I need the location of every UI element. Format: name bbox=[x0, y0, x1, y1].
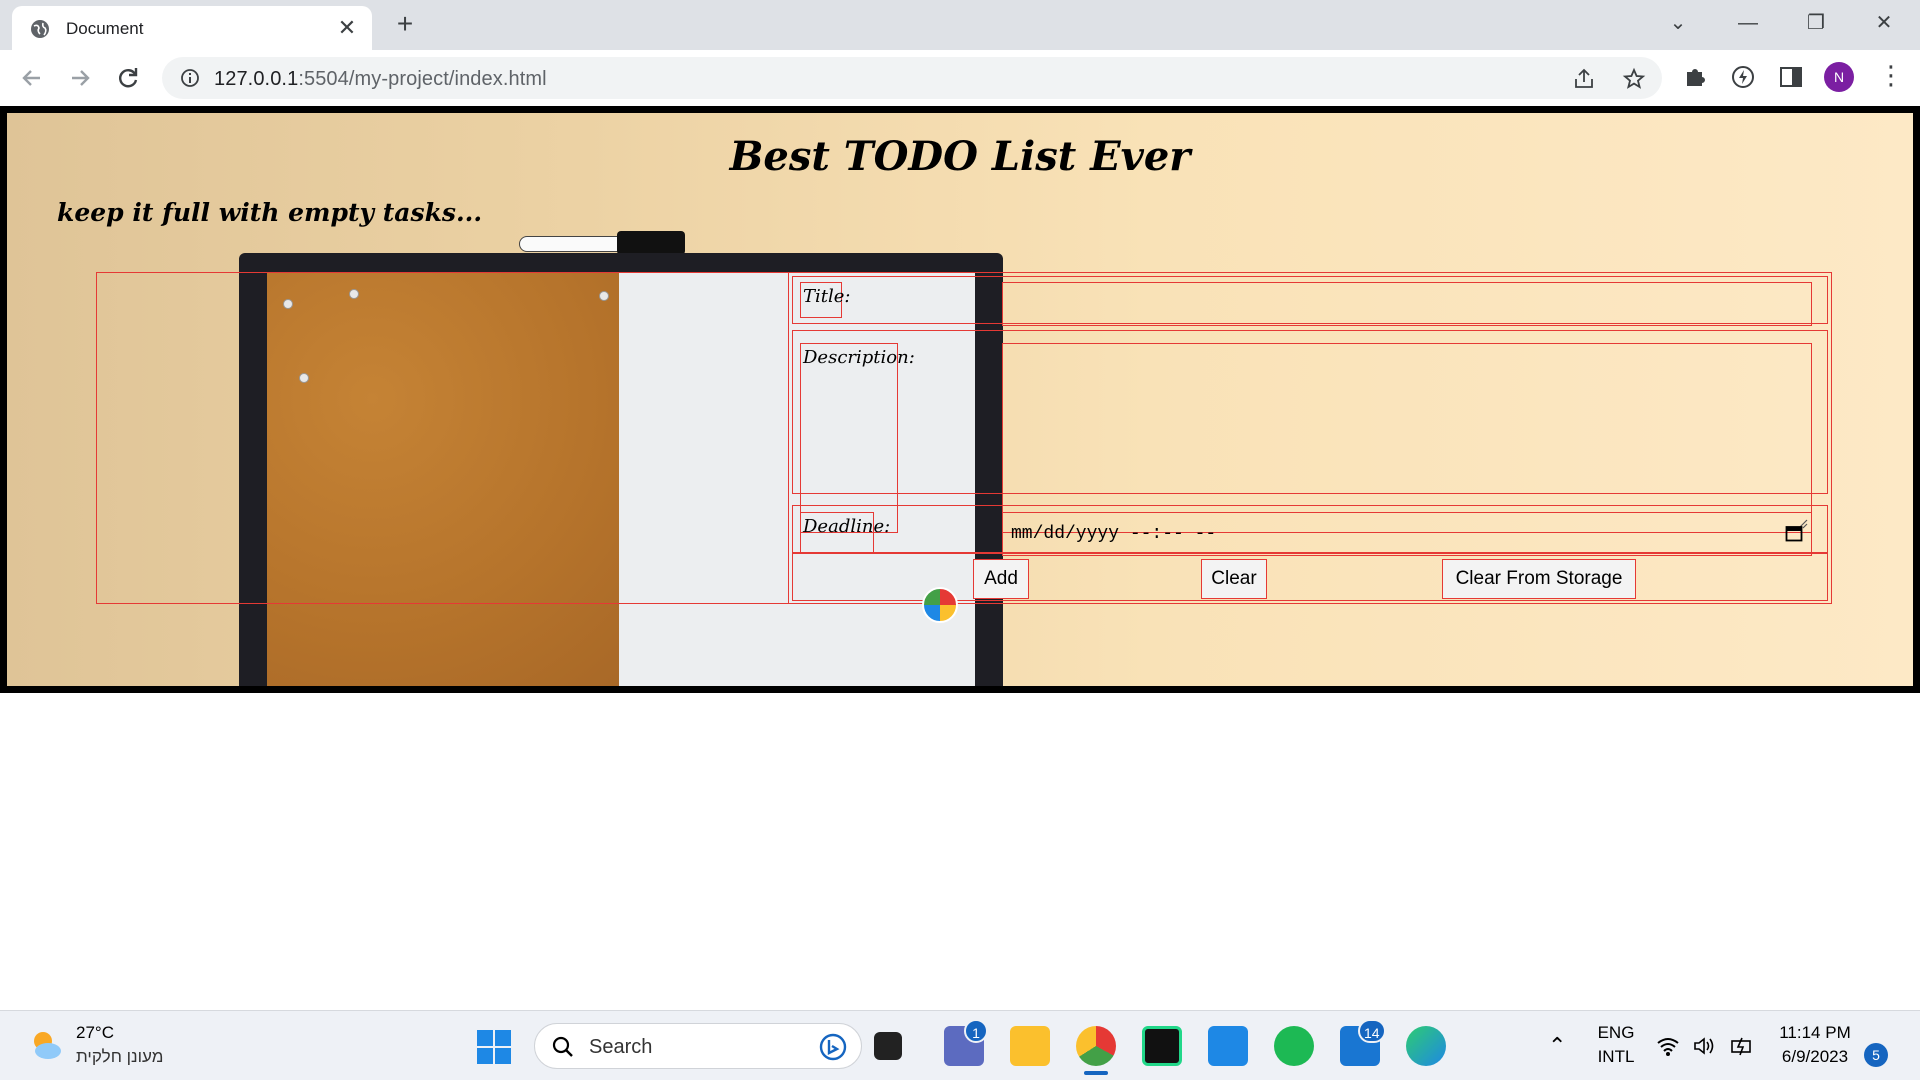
title-input[interactable] bbox=[1002, 282, 1812, 326]
close-tab-icon[interactable]: ✕ bbox=[334, 15, 360, 41]
chrome-icon[interactable] bbox=[1076, 1026, 1116, 1066]
site-info-icon[interactable] bbox=[180, 68, 200, 88]
language-bottom[interactable]: INTL bbox=[1596, 1047, 1636, 1067]
taskbar: 27°C מעונן חלקית Search 1 14 ⌃ ENG INTL … bbox=[0, 1010, 1920, 1080]
tab-search-icon[interactable]: ⌄ bbox=[1658, 8, 1698, 38]
active-app-indicator bbox=[1084, 1071, 1108, 1075]
back-icon[interactable] bbox=[16, 62, 48, 94]
extension-badge-icon bbox=[922, 587, 958, 623]
language-top[interactable]: ENG bbox=[1596, 1023, 1636, 1043]
clear-storage-button[interactable]: Clear From Storage bbox=[1442, 559, 1636, 599]
reload-icon[interactable] bbox=[112, 62, 144, 94]
marker-cap-image bbox=[617, 231, 685, 255]
performance-icon[interactable] bbox=[1730, 64, 1756, 90]
wifi-icon[interactable] bbox=[1656, 1035, 1680, 1057]
add-button[interactable]: Add bbox=[973, 559, 1029, 599]
share-icon[interactable] bbox=[1572, 67, 1596, 91]
deadline-datetime-input[interactable]: mm/dd/yyyy --:-- -- bbox=[1002, 512, 1812, 556]
extensions-icon[interactable] bbox=[1682, 64, 1708, 90]
page-viewport: Best TODO List Ever keep it full with em… bbox=[0, 106, 1920, 1010]
tab-title: Document bbox=[66, 19, 144, 38]
tab-strip: Document ✕ + ⌄ — ❐ ✕ bbox=[0, 0, 1920, 50]
tray-overflow-icon[interactable]: ⌃ bbox=[1548, 1033, 1566, 1059]
bookmark-star-icon[interactable] bbox=[1622, 67, 1646, 91]
weather-description: מעונן חלקית bbox=[76, 1047, 164, 1066]
app-badge: 14 bbox=[1358, 1019, 1386, 1043]
spotify-icon[interactable] bbox=[1274, 1026, 1314, 1066]
file-explorer-icon[interactable] bbox=[1010, 1026, 1050, 1066]
task-view-icon[interactable] bbox=[874, 1032, 902, 1060]
profile-avatar[interactable]: N bbox=[1824, 62, 1854, 92]
url-host: 127.0.0.1 bbox=[214, 68, 299, 90]
clock-time[interactable]: 11:14 PM bbox=[1770, 1023, 1860, 1043]
address-bar[interactable]: 127.0.0.1:5504/my-project/index.html bbox=[162, 57, 1662, 99]
weather-temperature: 27°C bbox=[76, 1023, 114, 1042]
bing-icon[interactable] bbox=[819, 1033, 847, 1061]
search-label: Search bbox=[589, 1036, 653, 1058]
page-subtitle: keep it full with empty tasks... bbox=[57, 198, 483, 227]
url-text: 127.0.0.1:5504/my-project/index.html bbox=[214, 68, 547, 91]
minimize-icon[interactable]: — bbox=[1728, 8, 1768, 38]
deadline-label: Deadline: bbox=[800, 512, 890, 554]
browser-toolbar: 127.0.0.1:5504/my-project/index.html bbox=[0, 50, 1920, 106]
vscode-icon[interactable] bbox=[1208, 1026, 1248, 1066]
browser-tab[interactable]: Document ✕ bbox=[12, 6, 372, 50]
pycharm-icon[interactable] bbox=[1142, 1026, 1182, 1066]
side-panel-icon[interactable] bbox=[1778, 64, 1804, 90]
teams-badge: 1 bbox=[964, 1019, 988, 1043]
forward-icon[interactable] bbox=[64, 62, 96, 94]
clear-button[interactable]: Clear bbox=[1201, 559, 1267, 599]
notification-badge[interactable]: 5 bbox=[1864, 1043, 1888, 1067]
edge-icon[interactable] bbox=[1406, 1026, 1446, 1066]
url-path: :5504/my-project/index.html bbox=[298, 68, 547, 90]
browser-menu-icon[interactable]: ⋮ bbox=[1878, 60, 1904, 94]
clock-date[interactable]: 6/9/2023 bbox=[1770, 1047, 1860, 1067]
partly-cloudy-icon[interactable] bbox=[28, 1027, 64, 1063]
search-icon bbox=[552, 1036, 573, 1057]
globe-icon bbox=[31, 20, 49, 38]
deadline-placeholder: mm/dd/yyyy --:-- -- bbox=[1011, 524, 1217, 544]
description-textarea[interactable] bbox=[1002, 343, 1812, 533]
hero-section: Best TODO List Ever keep it full with em… bbox=[0, 106, 1920, 693]
page-title: Best TODO List Ever bbox=[729, 133, 1191, 180]
close-window-icon[interactable]: ✕ bbox=[1864, 8, 1904, 38]
windows-start-icon[interactable] bbox=[476, 1029, 512, 1065]
title-label: Title: bbox=[800, 282, 850, 318]
description-label: Description: bbox=[800, 343, 915, 533]
calendar-icon[interactable] bbox=[1785, 524, 1803, 542]
battery-charging-icon[interactable] bbox=[1730, 1035, 1756, 1057]
new-tab-icon[interactable]: + bbox=[390, 10, 420, 40]
volume-icon[interactable] bbox=[1692, 1035, 1716, 1057]
restore-icon[interactable]: ❐ bbox=[1796, 8, 1836, 38]
taskbar-search[interactable]: Search bbox=[534, 1023, 862, 1069]
